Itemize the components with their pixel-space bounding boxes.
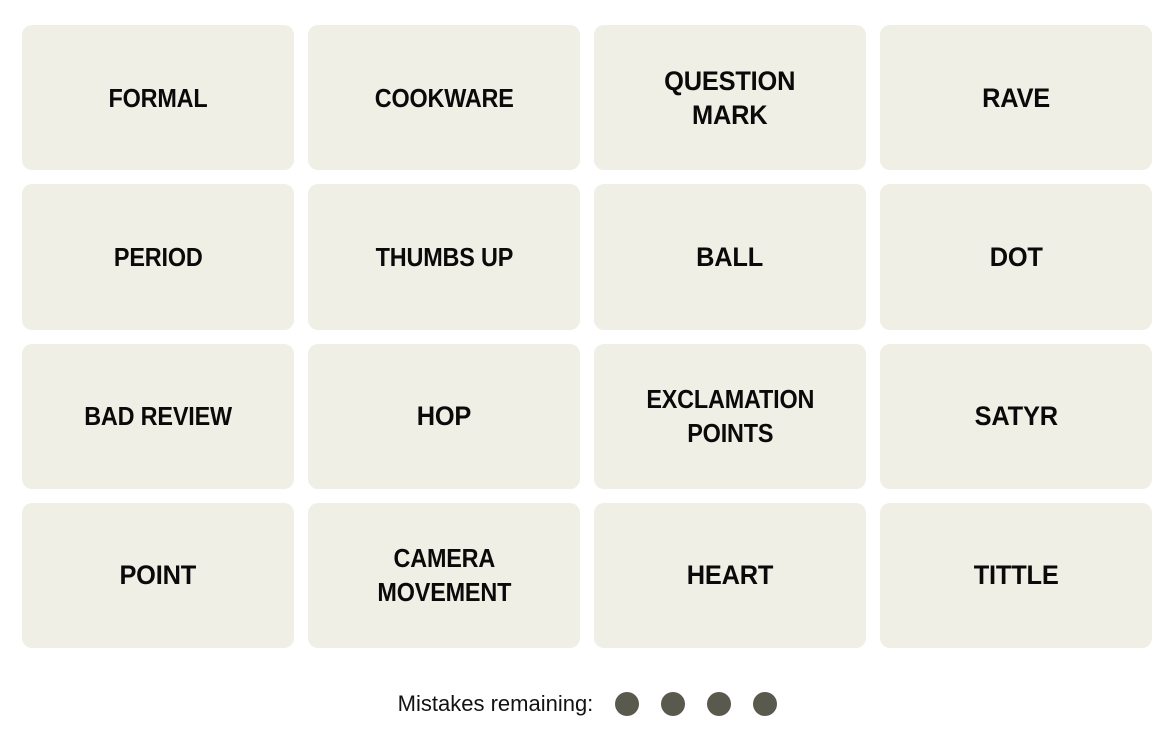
mistake-dot (753, 692, 778, 716)
puzzle-tile-label: EXCLAMATION POINTS (646, 384, 814, 449)
puzzle-tile[interactable]: POINT (22, 502, 294, 648)
puzzle-tile[interactable]: CAMERA MOVEMENT (308, 502, 580, 648)
puzzle-tile-label: HEART (686, 560, 774, 591)
puzzle-tile[interactable]: FORMAL (22, 25, 294, 171)
mistake-dot (661, 692, 686, 716)
puzzle-tile[interactable]: QUESTION MARK (594, 25, 866, 171)
puzzle-tile-label: RAVE (982, 82, 1050, 113)
puzzle-tile-label: HOP (416, 401, 472, 432)
puzzle-tile[interactable]: RAVE (880, 25, 1152, 171)
puzzle-tile[interactable]: BAD REVIEW (22, 343, 294, 489)
puzzle-tile-label: COOKWARE (374, 82, 514, 113)
puzzle-tile[interactable]: TITTLE (880, 502, 1152, 648)
puzzle-tile[interactable]: HEART (594, 502, 866, 648)
puzzle-tile-label: BAD REVIEW (84, 401, 232, 432)
puzzle-tile-label: POINT (119, 560, 197, 591)
mistakes-remaining-dots (615, 692, 778, 716)
puzzle-tile-label: PERIOD (113, 241, 203, 272)
mistake-dot (707, 692, 732, 716)
connections-game-board: FORMAL COOKWARE QUESTION MARK RAVE PERIO… (0, 0, 1175, 750)
puzzle-tile-label: TITTLE (973, 560, 1059, 591)
puzzle-tile[interactable]: DOT (880, 184, 1152, 330)
puzzle-tile-label: SATYR (974, 401, 1058, 432)
puzzle-tile-grid: FORMAL COOKWARE QUESTION MARK RAVE PERIO… (22, 25, 1152, 648)
puzzle-tile-label: DOT (989, 241, 1043, 272)
puzzle-tile-label: BALL (696, 241, 764, 272)
puzzle-tile[interactable]: SATYR (880, 343, 1152, 489)
puzzle-tile-label: CAMERA MOVEMENT (377, 543, 511, 608)
puzzle-tile[interactable]: PERIOD (22, 184, 294, 330)
puzzle-tile[interactable]: THUMBS UP (308, 184, 580, 330)
puzzle-tile[interactable]: COOKWARE (308, 25, 580, 171)
mistakes-remaining-label: Mistakes remaining: (397, 691, 594, 716)
mistakes-remaining-row: Mistakes remaining: (0, 684, 1175, 724)
puzzle-tile-label: THUMBS UP (375, 241, 513, 272)
puzzle-tile[interactable]: HOP (308, 343, 580, 489)
puzzle-tile[interactable]: BALL (594, 184, 866, 330)
puzzle-tile-label: FORMAL (108, 82, 208, 113)
mistake-dot (615, 692, 640, 716)
puzzle-tile-label: QUESTION MARK (664, 65, 796, 130)
puzzle-tile[interactable]: EXCLAMATION POINTS (594, 343, 866, 489)
